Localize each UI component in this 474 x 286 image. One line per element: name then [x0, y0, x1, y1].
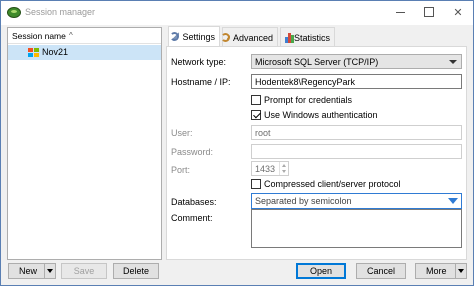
comment-label: Comment:	[171, 213, 213, 223]
user-input[interactable]: root	[251, 125, 462, 140]
delete-button[interactable]: Delete	[113, 263, 159, 279]
network-type-value: Microsoft SQL Server (TCP/IP)	[255, 57, 379, 67]
checkbox-box-checked[interactable]	[251, 110, 261, 120]
tab-advanced-label: Advanced	[232, 32, 273, 43]
save-button[interactable]: Save	[61, 263, 107, 279]
session-manager-window: Session manager ✕ Session name ^ Nov21 S…	[0, 0, 474, 286]
prompt-credentials-checkbox[interactable]: Prompt for credentials	[251, 95, 352, 105]
checkbox-box[interactable]	[251, 95, 261, 105]
compressed-protocol-label: Compressed client/server protocol	[264, 179, 401, 189]
databases-input[interactable]: Separated by semicolon	[251, 193, 462, 209]
session-item-nov21[interactable]: Nov21	[8, 45, 161, 60]
session-list[interactable]: Session name ^ Nov21	[7, 27, 162, 260]
more-button[interactable]: More	[415, 263, 467, 279]
checkbox-box[interactable]	[251, 179, 261, 189]
maximize-button[interactable]	[414, 1, 444, 23]
network-type-label: Network type:	[171, 57, 227, 67]
databases-placeholder: Separated by semicolon	[255, 196, 352, 206]
tab-advanced[interactable]: Advanced	[221, 27, 278, 47]
compressed-protocol-checkbox[interactable]: Compressed client/server protocol	[251, 179, 401, 189]
comment-textarea[interactable]	[251, 209, 462, 248]
window-title: Session manager	[25, 7, 96, 17]
sort-ascending-icon: ^	[69, 31, 73, 40]
chevron-down-icon[interactable]	[455, 264, 466, 278]
dropdown-arrow-icon[interactable]	[448, 198, 458, 204]
session-item-label: Nov21	[42, 47, 69, 57]
new-button[interactable]: New	[8, 263, 56, 279]
tab-statistics-label: Statistics	[293, 32, 330, 43]
databases-label: Databases:	[171, 197, 217, 207]
title-bar[interactable]: Session manager ✕	[1, 1, 473, 25]
port-value: 1433	[255, 164, 276, 174]
network-type-select[interactable]: Microsoft SQL Server (TCP/IP)	[251, 54, 462, 69]
prompt-credentials-label: Prompt for credentials	[264, 95, 353, 105]
wrench-icon	[221, 32, 230, 43]
port-stepper[interactable]: 1433	[251, 161, 289, 176]
windows-auth-label: Use Windows authentication	[264, 110, 378, 120]
chevron-down-icon	[449, 60, 457, 64]
app-logo-icon	[7, 7, 21, 18]
session-list-header[interactable]: Session name ^	[8, 28, 161, 44]
password-label: Password:	[171, 147, 214, 157]
minimize-button[interactable]	[385, 1, 415, 23]
more-button-label: More	[426, 266, 447, 276]
column-header-session-name[interactable]: Session name	[12, 31, 66, 41]
tab-statistics[interactable]: Statistics	[280, 27, 335, 47]
spinner-arrows-icon[interactable]	[279, 162, 288, 175]
hostname-input[interactable]: Hodentek8\RegencyPark	[251, 74, 462, 89]
windows-auth-checkbox[interactable]: Use Windows authentication	[251, 110, 378, 120]
open-button[interactable]: Open	[296, 263, 346, 279]
password-input[interactable]	[251, 144, 462, 159]
chevron-down-icon[interactable]	[44, 264, 55, 278]
user-label: User:	[171, 128, 193, 138]
wrench-icon	[170, 32, 180, 42]
port-label: Port:	[171, 165, 191, 175]
bar-chart-icon	[285, 32, 294, 43]
tab-settings-label: Settings	[182, 32, 215, 42]
close-button[interactable]: ✕	[443, 1, 473, 23]
windows-icon	[28, 48, 39, 57]
tab-settings[interactable]: Settings	[168, 26, 220, 47]
hostname-label: Hostname / IP:	[171, 77, 231, 87]
new-button-label: New	[19, 266, 38, 276]
cancel-button[interactable]: Cancel	[356, 263, 406, 279]
settings-panel: Network type: Microsoft SQL Server (TCP/…	[166, 46, 467, 260]
